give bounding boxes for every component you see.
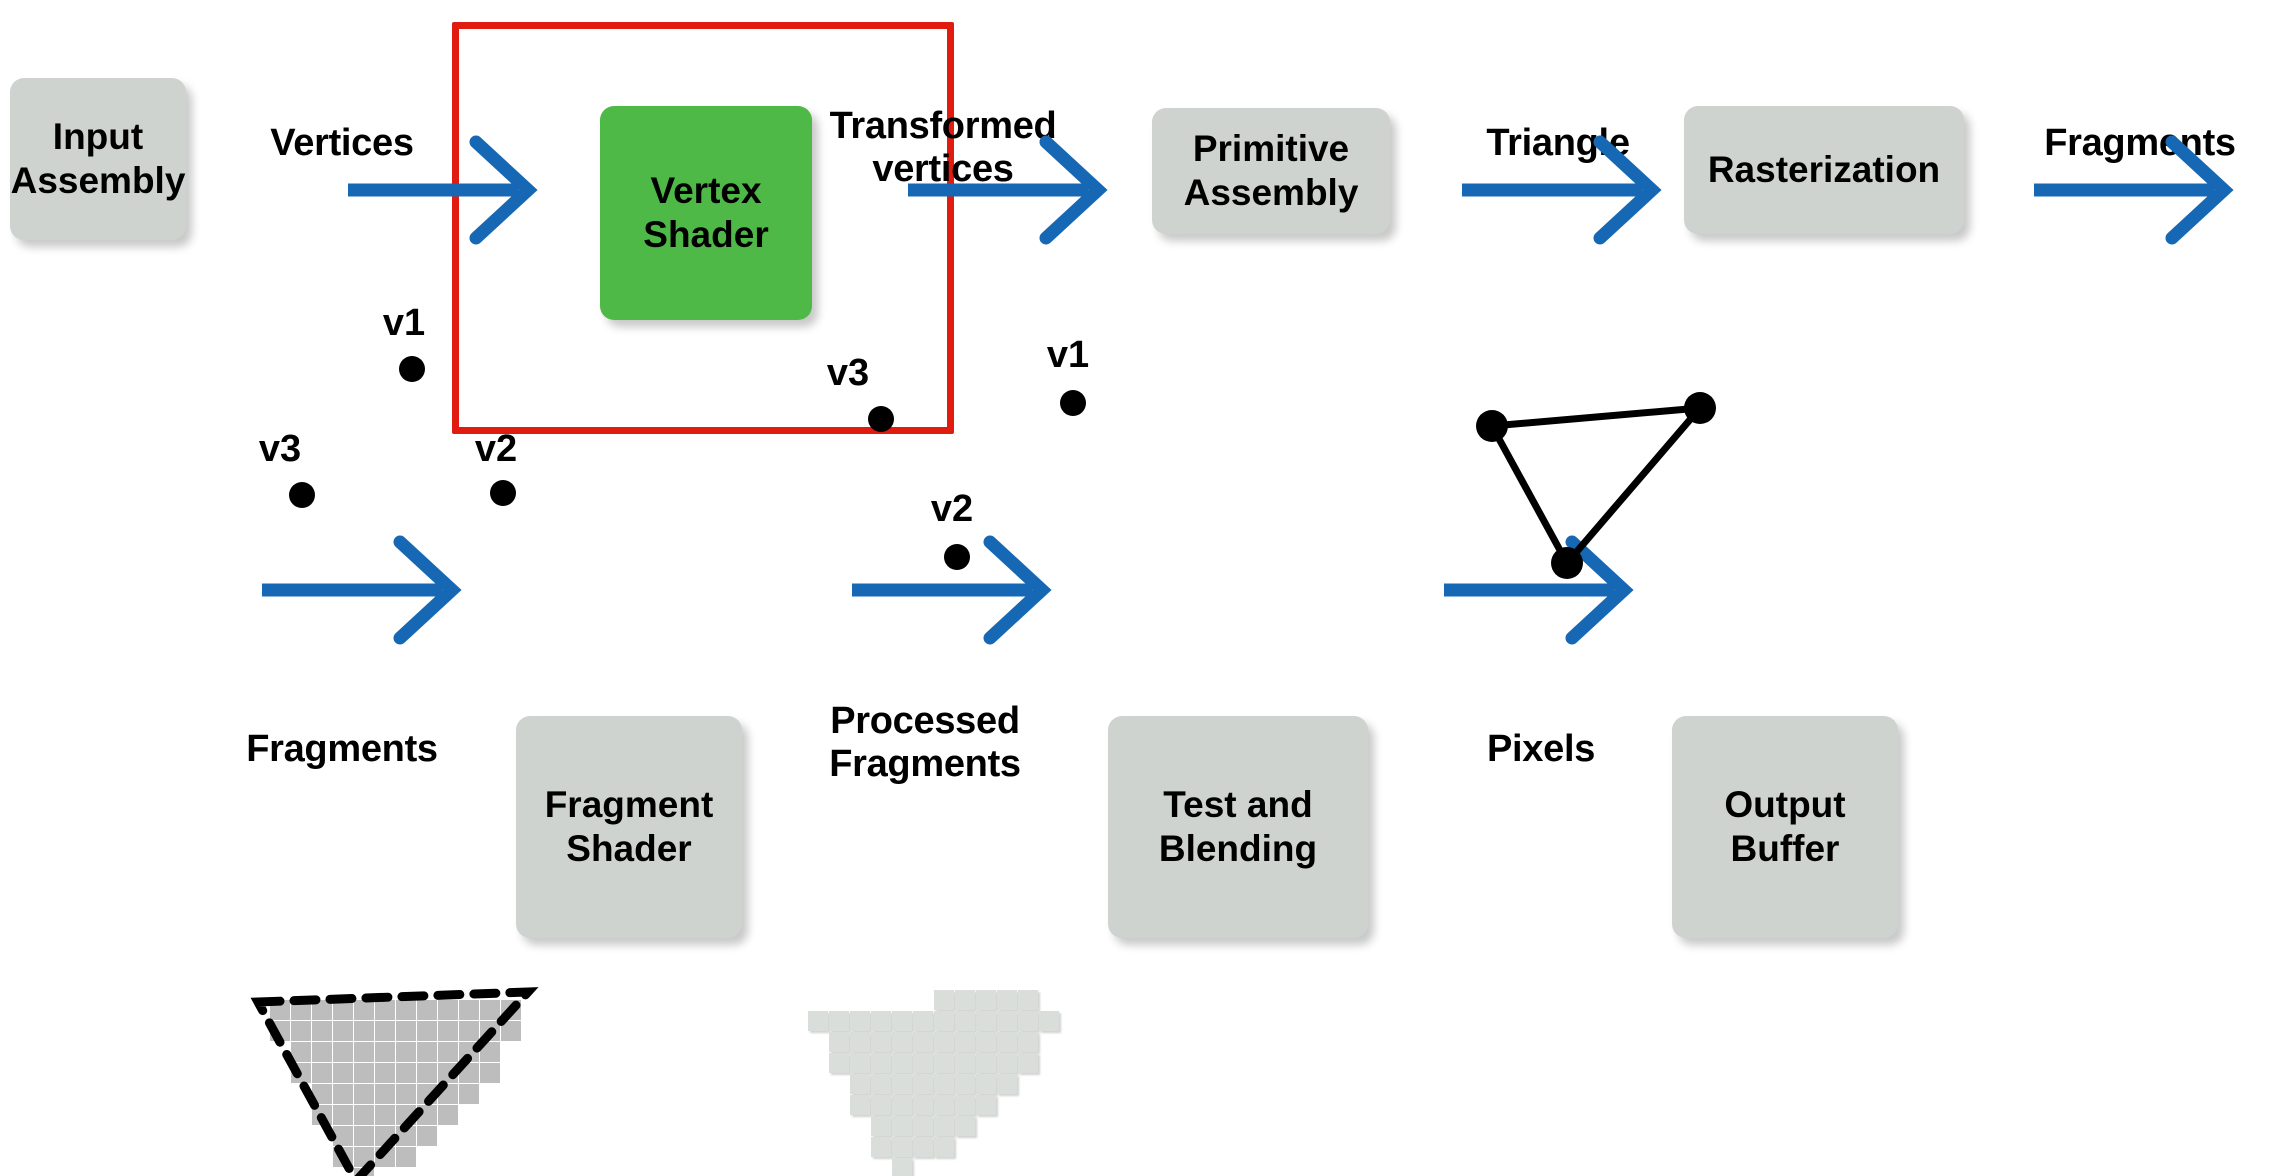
processed-fragment-cell [955,1074,975,1094]
processed-fragment-cell [976,1095,996,1115]
processed-fragment-cell [892,1158,912,1176]
processed-fragment-cell [829,1053,849,1073]
processed-fragment-cell [913,1137,933,1157]
processed-fragment-cell [955,1053,975,1073]
processed-fragment-cell [934,1032,954,1052]
processed-fragment-cell [892,1053,912,1073]
processed-fragment-cell [934,1053,954,1073]
processed-fragment-cell [1018,990,1038,1010]
processed-fragment-cell [871,1074,891,1094]
processed-fragment-cell [850,1011,870,1031]
processed-fragment-cell [1018,1053,1038,1073]
processed-fragment-cell [934,990,954,1010]
processed-fragment-cell [892,1137,912,1157]
processed-fragment-cell [892,1032,912,1052]
processed-fragment-cell [997,1032,1017,1052]
processed-fragment-cell [934,1095,954,1115]
processed-fragment-cell [871,1095,891,1115]
processed-fragment-cell [976,1053,996,1073]
processed-fragments-grid [0,0,2278,1176]
processed-fragment-cell [997,990,1017,1010]
processed-fragment-cell [829,1011,849,1031]
processed-fragment-cell [955,990,975,1010]
processed-fragment-cell [892,1095,912,1115]
processed-fragment-cell [913,1011,933,1031]
processed-fragment-cell [976,1074,996,1094]
processed-fragment-cell [976,990,996,1010]
processed-fragment-cell [955,1095,975,1115]
processed-fragment-cell [871,1032,891,1052]
processed-fragment-cell [997,1074,1017,1094]
processed-fragment-cell [976,1032,996,1052]
processed-fragment-cell [850,1074,870,1094]
processed-fragment-cell [871,1137,891,1157]
processed-fragment-cell [913,1074,933,1094]
processed-fragment-cell [934,1137,954,1157]
processed-fragment-cell [934,1116,954,1136]
processed-fragment-cell [976,1011,996,1031]
processed-fragment-cell [829,1032,849,1052]
processed-fragment-cell [892,1011,912,1031]
processed-fragment-cell [850,1053,870,1073]
processed-fragment-cell [1018,1032,1038,1052]
processed-fragment-cell [913,1095,933,1115]
processed-fragment-cell [913,1032,933,1052]
processed-fragment-cell [808,1011,828,1031]
processed-fragment-cell [934,1074,954,1094]
processed-fragment-cell [871,1011,891,1031]
processed-fragment-cell [955,1011,975,1031]
processed-fragment-cell [892,1074,912,1094]
processed-fragment-cell [1039,1011,1059,1031]
processed-fragment-cell [934,1011,954,1031]
processed-fragment-cell [871,1053,891,1073]
processed-fragment-cell [1018,1011,1038,1031]
processed-fragment-cell [955,1116,975,1136]
processed-fragment-cell [871,1116,891,1136]
processed-fragment-cell [892,1116,912,1136]
processed-fragment-cell [913,1053,933,1073]
processed-fragment-cell [997,1053,1017,1073]
processed-fragment-cell [955,1032,975,1052]
processed-fragment-cell [997,1011,1017,1031]
processed-fragment-cell [850,1032,870,1052]
pipeline-diagram-canvas: Input Assembly Vertex Shader Primitive Ass… [0,0,2278,1176]
processed-fragment-cell [850,1095,870,1115]
processed-fragment-cell [913,1116,933,1136]
